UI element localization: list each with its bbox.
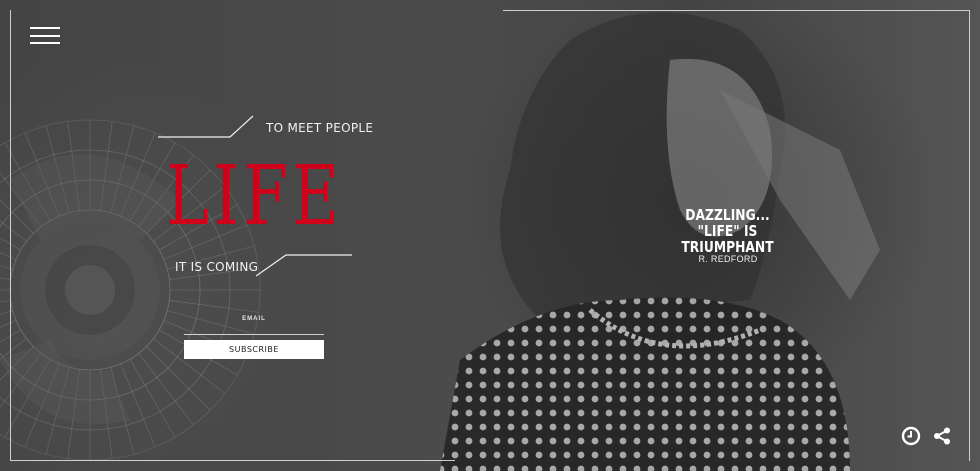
fan-image [0,119,261,461]
quote-line-1: DAZZLING... [685,206,770,224]
clock-icon[interactable] [901,426,921,446]
quote-line-2: "LIFE" IS TRIUMPHANT [681,222,774,256]
subscribe-button[interactable]: SUBSCRIBE [184,340,324,359]
frame-line-bottom [10,460,455,461]
email-label: EMAIL [242,316,266,322]
email-field[interactable] [184,325,324,335]
tagline-bottom: IT IS COMING [175,260,259,274]
share-icon[interactable] [932,426,952,446]
frame-line-left [10,10,11,461]
quote-text: DAZZLING... "LIFE" IS TRIUMPHANT [656,207,800,255]
frame-line-top [503,10,970,11]
hamburger-menu-icon[interactable] [30,27,60,44]
quote-author: R. REDFORD [698,254,758,264]
tagline-top: TO MEET PEOPLE [266,121,374,135]
life-logo: LIFE [166,149,344,244]
frame-line-right [969,10,970,461]
